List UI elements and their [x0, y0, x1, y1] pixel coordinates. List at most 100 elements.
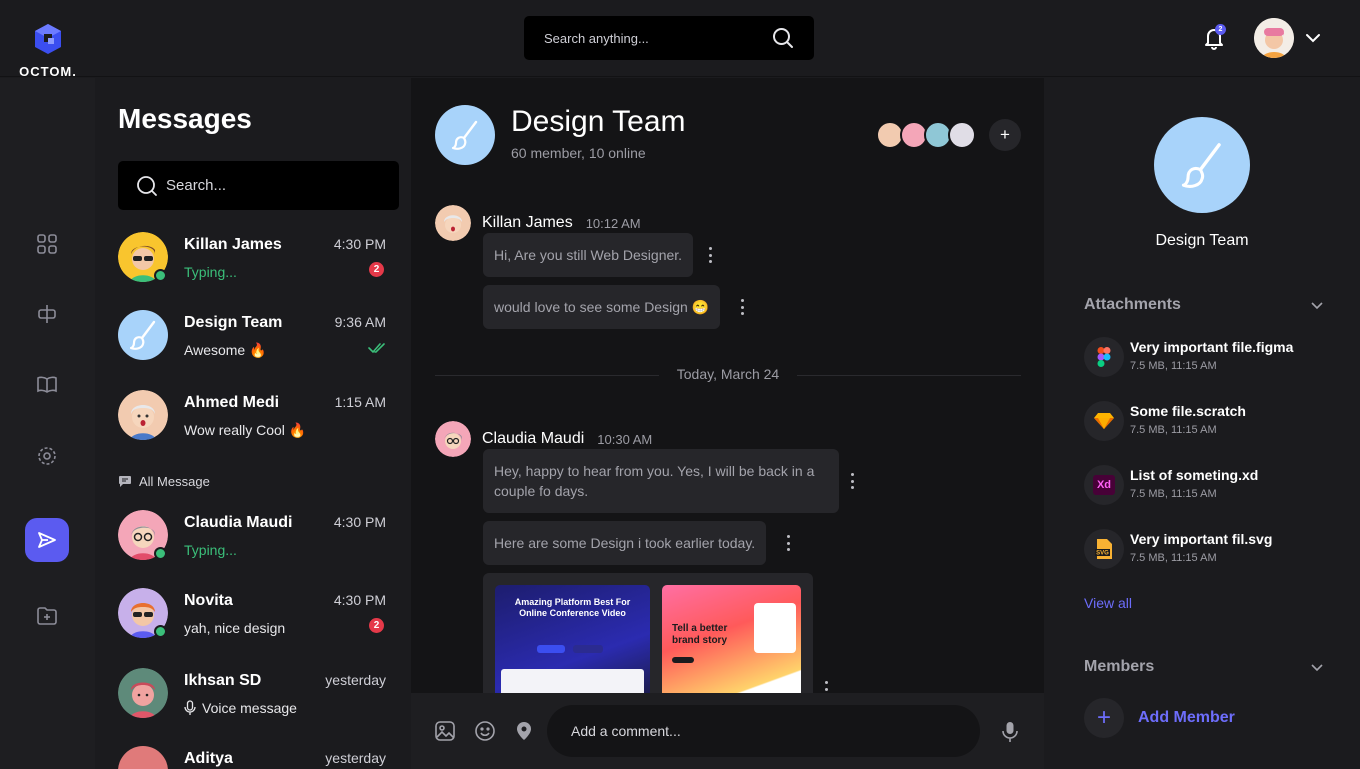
chevron-down-icon[interactable]: [1303, 28, 1323, 48]
conversation-item[interactable]: Aditya yesterday: [118, 746, 386, 769]
file-name: Very important file.figma: [1130, 339, 1294, 355]
avatar: [435, 205, 471, 241]
global-search[interactable]: [524, 16, 814, 60]
thumbnail-headline: Amazing Platform Best For Online Confere…: [514, 597, 631, 618]
send-icon: [38, 532, 56, 548]
microphone-icon[interactable]: [1002, 721, 1018, 743]
conversation-name: Aditya: [184, 750, 233, 767]
image-attachment-card: Amazing Platform Best For Online Confere…: [483, 573, 813, 703]
conversation-item[interactable]: Novita 4:30 PM yah, nice design 2: [118, 588, 386, 644]
conversation-item[interactable]: Ikhsan SD yesterday Voice message: [118, 668, 386, 724]
nav-settings[interactable]: [25, 434, 69, 478]
messages-search[interactable]: [118, 161, 399, 210]
brush-icon: [451, 120, 478, 150]
side-navigation: [0, 78, 95, 769]
chevron-down-icon: [1311, 664, 1323, 672]
members-header[interactable]: Members: [1084, 658, 1324, 676]
conversation-time: 4:30 PM: [333, 592, 386, 608]
conversation-name: Novita: [184, 592, 233, 609]
book-icon: [37, 376, 57, 393]
conversation-item[interactable]: Claudia Maudi 4:30 PM Typing...: [118, 510, 386, 566]
group-avatar[interactable]: [435, 105, 495, 165]
conversation-name: Ahmed Medi: [184, 394, 280, 411]
figma-icon: [1084, 337, 1124, 377]
file-name: List of someting.xd: [1130, 467, 1259, 483]
file-name: Some file.scratch: [1130, 403, 1246, 419]
message-bubble: Hi, Are you still Web Designer.: [483, 233, 694, 277]
online-indicator: [154, 547, 167, 560]
user-avatar[interactable]: [1254, 18, 1294, 58]
details-panel: Design Team Attachments Very important f…: [1044, 78, 1360, 769]
chat-panel: Design Team 60 member, 10 online + Killa…: [411, 78, 1044, 769]
all-messages-text: All Message: [139, 474, 210, 489]
nav-align[interactable]: [25, 292, 69, 336]
attachments-header[interactable]: Attachments: [1084, 296, 1324, 314]
conversation-name: Ikhsan SD: [184, 672, 262, 689]
nav-messages[interactable]: [25, 518, 69, 562]
attachment-item[interactable]: Some file.scratch 7.5 MB, 11:15 AM: [1084, 401, 1324, 443]
brush-icon: [1181, 143, 1221, 188]
message-time: 10:30 AM: [597, 431, 653, 447]
chevron-down-icon: [1311, 302, 1323, 310]
message-options-icon[interactable]: [850, 473, 854, 489]
unread-badge: 2: [369, 618, 384, 633]
svg-file-icon: SVG: [1084, 529, 1124, 569]
message-options-icon[interactable]: [786, 535, 790, 551]
image-thumbnail[interactable]: Tell a better brand story: [662, 585, 801, 703]
messages-search-input[interactable]: [166, 177, 386, 194]
avatar: [948, 121, 976, 149]
global-search-input[interactable]: [544, 30, 764, 46]
microphone-icon: [184, 700, 196, 715]
thumbnail-headline: Tell a better brand story: [672, 623, 728, 646]
group-avatar: [1154, 117, 1250, 213]
notification-button[interactable]: 2: [1200, 24, 1228, 52]
conversation-item[interactable]: Killan James 4:30 PM Typing... 2: [118, 232, 386, 288]
attachment-item[interactable]: Very important file.figma 7.5 MB, 11:15 …: [1084, 337, 1324, 379]
location-pin-icon[interactable]: [515, 721, 533, 741]
add-member-label: Add Member: [1138, 709, 1235, 726]
plus-icon: +: [1084, 698, 1124, 738]
comment-field[interactable]: [547, 705, 980, 757]
add-member-button[interactable]: +: [989, 119, 1021, 151]
message-bubble: Here are some Design i took earlier toda…: [483, 521, 767, 565]
conversation-time: yesterday: [325, 750, 386, 766]
nav-library[interactable]: [25, 363, 69, 407]
add-member-button[interactable]: + Add Member: [1084, 698, 1235, 738]
conversation-preview: Voice message: [184, 700, 297, 716]
emoji-icon[interactable]: [475, 721, 495, 741]
file-meta: 7.5 MB, 11:15 AM: [1130, 360, 1217, 372]
comment-input[interactable]: [571, 723, 951, 739]
view-all-link[interactable]: View all: [1084, 595, 1132, 611]
brand-logo[interactable]: OCTOM.: [14, 22, 82, 79]
attachment-item[interactable]: Xd List of someting.xd 7.5 MB, 11:15 AM: [1084, 465, 1324, 507]
nav-files[interactable]: [25, 594, 69, 638]
align-center-icon: [38, 305, 56, 323]
online-indicator: [154, 625, 167, 638]
avatar: [118, 310, 168, 360]
online-indicator: [154, 269, 167, 282]
group-name: Design Team: [1155, 232, 1249, 249]
image-icon[interactable]: [435, 721, 455, 741]
chat-bubble-icon: [119, 476, 131, 487]
brand-name: OCTOM.: [19, 64, 77, 79]
message-options-icon[interactable]: [708, 247, 712, 263]
date-divider-label: Today, March 24: [658, 366, 798, 382]
file-meta: 7.5 MB, 11:15 AM: [1130, 424, 1217, 436]
all-messages-label: All Message: [118, 474, 210, 489]
attachment-item[interactable]: SVG Very important fil.svg 7.5 MB, 11:15…: [1084, 529, 1324, 571]
search-icon[interactable]: [772, 27, 794, 49]
conversation-item[interactable]: Design Team 9:36 AM Awesome 🔥: [118, 310, 386, 366]
nav-dashboard[interactable]: [25, 222, 69, 266]
message-options-icon[interactable]: [740, 299, 744, 315]
conversation-preview: Awesome 🔥: [184, 342, 267, 358]
conversation-preview: yah, nice design: [184, 620, 286, 636]
conversation-name: Killan James: [184, 236, 282, 253]
chat-title: Design Team: [511, 105, 686, 138]
unread-badge: 2: [369, 262, 384, 277]
sender-name: Killan James: [482, 214, 573, 231]
conversation-item[interactable]: Ahmed Medi 1:15 AM Wow really Cool 🔥: [118, 390, 386, 446]
avatar: [118, 390, 168, 440]
image-thumbnail[interactable]: Amazing Platform Best For Online Confere…: [495, 585, 650, 703]
conversation-time: 4:30 PM: [333, 514, 386, 530]
conversation-name: Design Team: [184, 314, 283, 331]
